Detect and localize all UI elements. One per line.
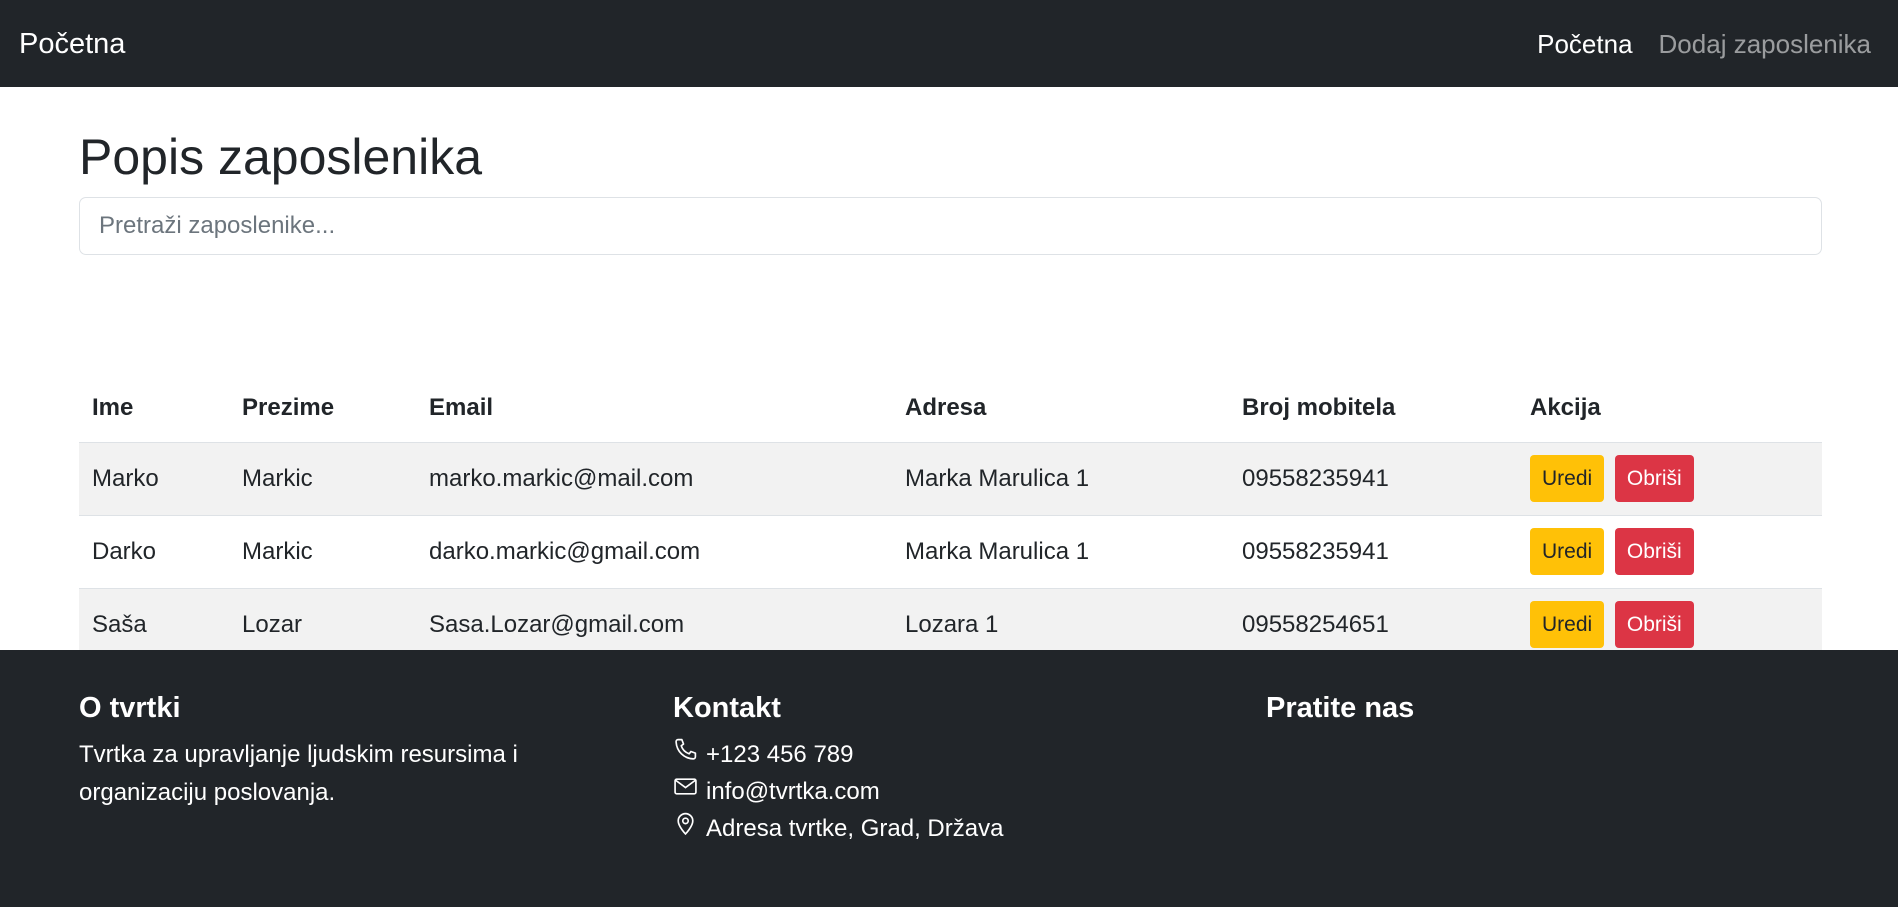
footer-email-text: info@tvrtka.com [706,778,880,805]
cell-ime: Darko [79,515,229,589]
nav-link-add-employee[interactable]: Dodaj zaposlenika [1659,28,1871,60]
search-input[interactable] [79,197,1822,255]
column-header-ime: Ime [79,375,229,443]
footer-about: O tvrtki Tvrtka za upravljanje ljudskim … [79,690,599,812]
table-row: Marko Markic marko.markic@mail.com Marka… [79,442,1822,516]
cell-prezime: Markic [229,442,416,516]
page-title: Popis zaposlenika [79,129,483,185]
cell-adresa: Marka Marulica 1 [892,515,1229,589]
employees-table: Ime Prezime Email Adresa Broj mobitela A… [79,375,1822,662]
nav-link-home[interactable]: Početna [1537,28,1632,60]
column-header-prezime: Prezime [229,375,416,443]
footer-about-title: O tvrtki [79,692,181,724]
cell-actions: Uredi Obriši [1517,515,1822,589]
delete-button[interactable]: Obriši [1614,455,1694,502]
footer-follow: Pratite nas [1266,690,1786,726]
cell-email: darko.markic@gmail.com [416,515,892,589]
cell-ime: Marko [79,442,229,516]
cell-adresa: Marka Marulica 1 [892,442,1229,516]
column-header-adresa: Adresa [892,375,1229,443]
map-pin-icon [673,810,706,847]
footer-address-text: Adresa tvrtke, Grad, Država [706,815,1004,842]
navbar-brand[interactable]: Početna [19,26,125,62]
nav-links: Početna Dodaj zaposlenika [1537,28,1871,60]
footer-contact-title: Kontakt [673,692,781,724]
footer-phone: +123 456 789 [673,736,1193,773]
table-header-row: Ime Prezime Email Adresa Broj mobitela A… [79,375,1822,443]
footer-contact: Kontakt +123 456 789 info@tvrtka.com Adr… [673,690,1193,847]
edit-button[interactable]: Uredi [1530,601,1605,648]
cell-mobitel: 09558235941 [1229,515,1517,589]
column-header-email: Email [416,375,892,443]
table-row: Darko Markic darko.markic@gmail.com Mark… [79,515,1822,589]
page-footer: O tvrtki Tvrtka za upravljanje ljudskim … [0,650,1898,907]
delete-button[interactable]: Obriši [1614,528,1694,575]
footer-email: info@tvrtka.com [673,773,1193,810]
edit-button[interactable]: Uredi [1530,455,1605,502]
phone-icon [673,736,706,773]
cell-mobitel: 09558235941 [1229,442,1517,516]
footer-address: Adresa tvrtke, Grad, Država [673,810,1193,847]
footer-follow-title: Pratite nas [1266,692,1415,724]
edit-button[interactable]: Uredi [1530,528,1605,575]
delete-button[interactable]: Obriši [1614,601,1694,648]
footer-phone-text: +123 456 789 [706,741,854,768]
envelope-icon [673,773,706,810]
cell-actions: Uredi Obriši [1517,442,1822,516]
cell-email: marko.markic@mail.com [416,442,892,516]
footer-about-text: Tvrtka za upravljanje ljudskim resursima… [79,741,518,806]
cell-prezime: Markic [229,515,416,589]
column-header-akcija: Akcija [1517,375,1822,443]
column-header-mobitel: Broj mobitela [1229,375,1517,443]
top-navbar: Početna Početna Dodaj zaposlenika [0,0,1898,87]
